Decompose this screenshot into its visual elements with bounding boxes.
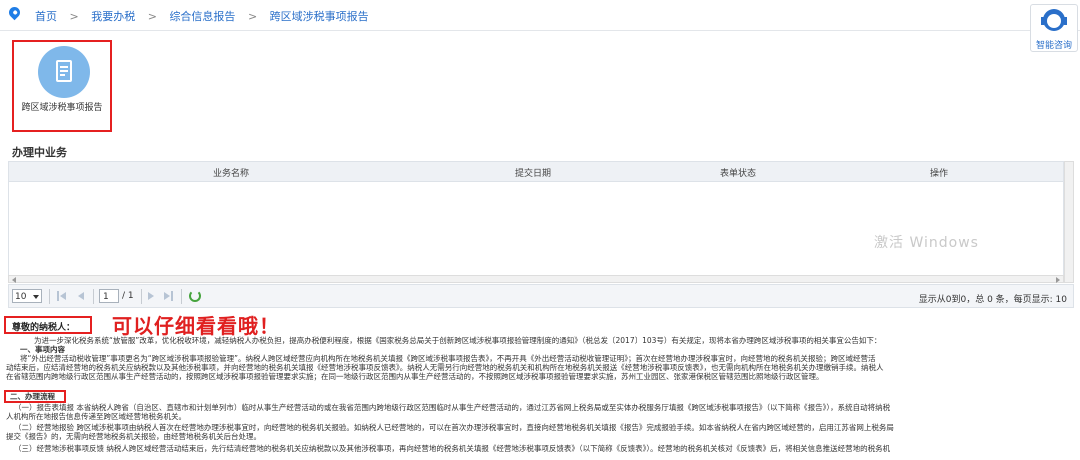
breadcrumb-bar: 首页 > 我要办税 > 综合信息报告 > 跨区域涉税事项报告 (0, 0, 1080, 31)
notice-paragraph: 人机构所在地报告信息传递至跨区域经营地税务机关。 (6, 412, 186, 421)
pager-divider (49, 289, 50, 304)
chevron-down-icon (33, 295, 39, 299)
pager-summary: 显示从0到0，总 0 条，每页显示: 10 (918, 295, 1067, 305)
total-pages: / 1 (122, 291, 134, 301)
horizontal-scrollbar[interactable] (8, 275, 1064, 283)
breadcrumb-tax-service[interactable]: 我要办税 (91, 8, 135, 24)
notice-paragraph: 将“外出经营活动税收管理”事项更名为“跨区域涉税事项报验管理”。纳税人跨区域经营… (20, 354, 876, 363)
breadcrumb-info-report[interactable]: 综合信息报告 (169, 8, 235, 24)
card-icon-circle (38, 46, 90, 98)
breadcrumb-separator: > (69, 10, 79, 23)
pager-divider (181, 289, 182, 304)
smart-consult-button[interactable]: 智能咨询 (1030, 4, 1078, 52)
section-title-in-progress: 办理中业务 (12, 146, 67, 159)
notice-paragraph: 提交《报告》的，无需向经营地税务机关报验，由经营地税务机关后台处理。 (6, 432, 261, 441)
column-header-actions[interactable]: 操作 (930, 166, 948, 179)
column-header-submit-date[interactable]: 提交日期 (515, 166, 551, 179)
notice-paragraph: 动结束后，应结清经营地的税务机关应纳税款以及其他涉税事项，并向经营地的税务机关填… (6, 363, 884, 372)
notice-paragraph: （三）经营地涉税事项反馈 纳税人跨区域经营活动结束后，先行结清经营地的税务机关应… (14, 444, 891, 453)
breadcrumb: 首页 > 我要办税 > 综合信息报告 > 跨区域涉税事项报告 (35, 8, 369, 24)
next-page-icon[interactable] (147, 291, 157, 301)
vertical-scrollbar[interactable] (1064, 161, 1074, 283)
first-page-icon[interactable] (57, 291, 67, 301)
notice-paragraph: 为进一步深化税务系统“放管服”改革，优化税收环境，减轻纳税人办税负担，提高办税便… (34, 336, 882, 345)
refresh-icon[interactable] (189, 290, 201, 302)
pager-divider (141, 289, 142, 304)
windows-activation-watermark: 激活 Windows (874, 235, 979, 251)
smart-consult-label: 智能咨询 (1035, 41, 1072, 51)
cross-region-report-card[interactable]: 跨区域涉税事项报告 (12, 40, 112, 132)
notice-greeting: 尊敬的纳税人： (12, 323, 76, 333)
grid-header: 业务名称 提交日期 表单状态 操作 (8, 161, 1064, 182)
current-page-input[interactable]: 1 (99, 289, 119, 303)
breadcrumb-current: 跨区域涉税事项报告 (269, 10, 369, 23)
page-size-select[interactable]: 10 (12, 289, 42, 303)
notice-heading-process: 二、办理流程 (10, 392, 55, 401)
pagination-bar: 10 1 / 1 显示从0到0，总 0 条，每页显示: 10 (8, 284, 1074, 308)
column-header-form-status[interactable]: 表单状态 (720, 166, 756, 179)
column-header-business-name[interactable]: 业务名称 (213, 166, 249, 179)
previous-page-icon[interactable] (75, 291, 85, 301)
breadcrumb-separator: > (147, 10, 157, 23)
customer-service-icon (1041, 9, 1067, 31)
breadcrumb-home[interactable]: 首页 (35, 8, 57, 24)
scroll-right-icon[interactable] (1056, 277, 1060, 283)
breadcrumb-separator: > (247, 10, 258, 23)
pager-divider (93, 289, 94, 304)
last-page-icon[interactable] (163, 291, 173, 301)
document-icon (56, 60, 72, 82)
red-callout-annotation: 可以仔细看看哦！ (112, 314, 280, 338)
page-size-value: 10 (15, 292, 27, 302)
notice-paragraph: （二）经营地报验 跨区域涉税事项由纳税人首次在经营地办理涉税事宜时，向经营地的税… (14, 423, 894, 432)
scroll-left-icon[interactable] (12, 277, 16, 283)
grid-body-empty (8, 182, 1064, 275)
location-pin-icon (6, 4, 23, 21)
notice-panel: 尊敬的纳税人： 可以仔细看看哦！ 为进一步深化税务系统“放管服”改革，优化税收环… (0, 310, 1080, 460)
card-label: 跨区域涉税事项报告 (21, 103, 103, 113)
notice-heading-content: 一、事项内容 (20, 345, 65, 354)
notice-paragraph: 在省辖范围内跨地级行政区范围从事生产经营活动的，按照跨区域涉税事项报验管理要求实… (6, 372, 824, 381)
notice-paragraph: （一）报告表填报 本省纳税人跨省（自治区、直辖市和计划单列市）临时从事生产经营活… (14, 403, 891, 412)
